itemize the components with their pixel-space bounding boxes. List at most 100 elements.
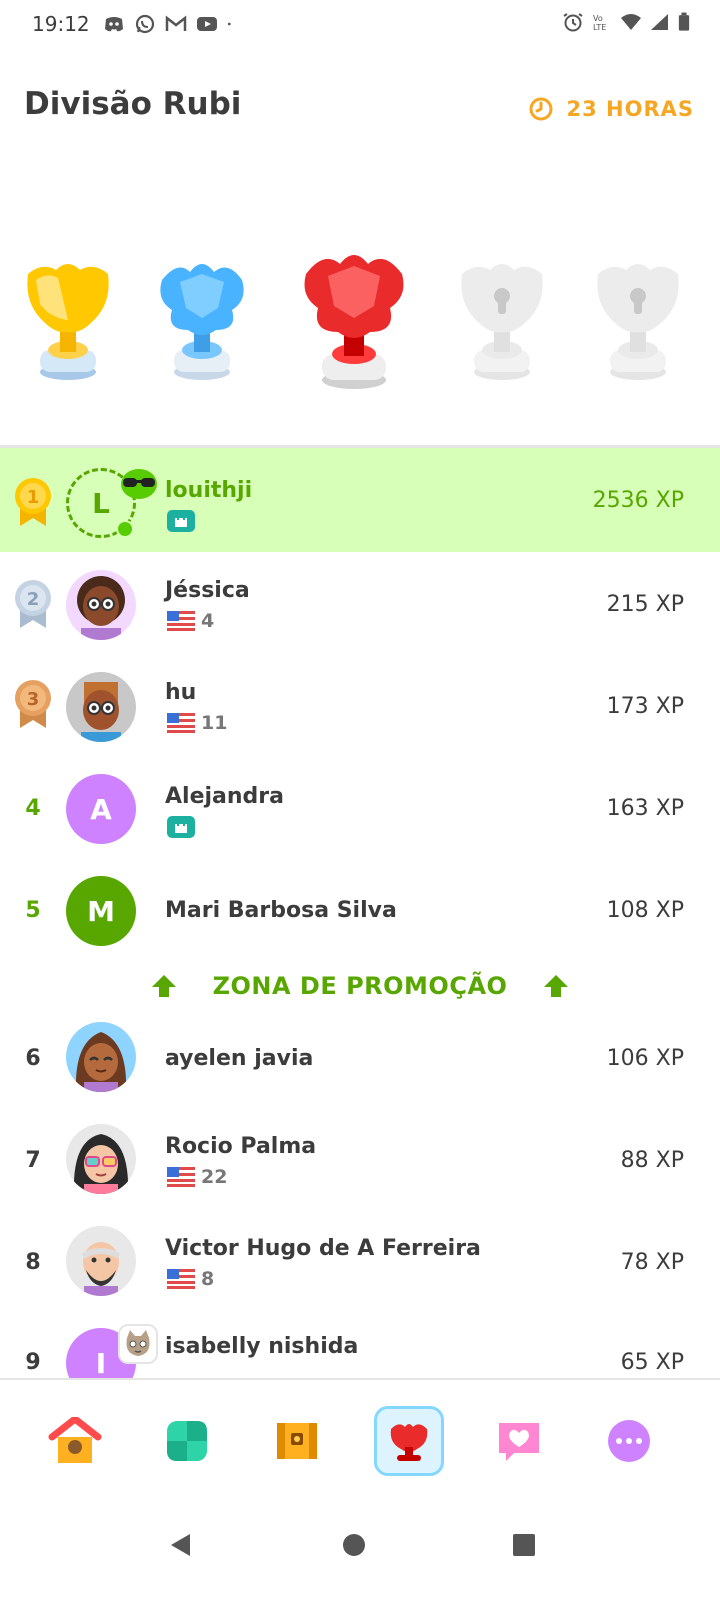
more-icon	[608, 1420, 650, 1462]
system-icons: Vo LTE	[562, 12, 690, 32]
user-avatar-illustration-icon	[73, 1134, 129, 1194]
avatar[interactable]	[66, 1124, 136, 1194]
bottom-navigation	[0, 1378, 720, 1496]
locked-trophy-icon[interactable]	[592, 260, 684, 382]
sub-info: 11	[167, 712, 227, 734]
leaderboard-row[interactable]: 7 Rocio Palma 22 88 XP	[0, 1112, 720, 1216]
avatar[interactable]: A	[66, 774, 136, 844]
leaderboard-row[interactable]: 8 Victor Hugo de A Ferreira 8 78 XP	[0, 1216, 720, 1320]
user-name: isabelly nishida	[165, 1334, 359, 1359]
avatar[interactable]	[66, 570, 136, 640]
status-time: 19:12	[32, 12, 90, 36]
league-timer: 23 HORAS	[528, 96, 694, 122]
promotion-zone-label: ZONA DE PROMOÇÃO	[212, 972, 508, 1000]
user-name: hu	[165, 680, 197, 705]
avatar-letter: I	[95, 1346, 107, 1379]
nav-more[interactable]	[594, 1406, 664, 1476]
locked-trophy-icon[interactable]	[456, 260, 548, 382]
volte-icon: VoLTE	[593, 14, 606, 32]
svg-text:LTE: LTE	[593, 23, 606, 32]
user-avatar-illustration-icon	[81, 682, 121, 742]
page-title: Divisão Rubi	[24, 86, 242, 122]
status-bar: 19:12 Vo LTE	[0, 0, 720, 50]
leaderboard[interactable]: 1 L louithji 2536 XP 2 Jéssica 4 215 XP …	[0, 448, 720, 1378]
user-xp: 88 XP	[620, 1148, 684, 1173]
user-xp: 173 XP	[606, 694, 684, 719]
home-circle-icon[interactable]	[342, 1532, 366, 1558]
us-flag-icon	[167, 1167, 195, 1187]
leaderboard-row[interactable]: 6 ayelen javia 106 XP	[0, 1008, 720, 1112]
division-trophies	[0, 240, 720, 400]
user-name: Alejandra	[165, 784, 284, 809]
user-name: Victor Hugo de A Ferreira	[165, 1236, 481, 1261]
rank-number: 5	[25, 898, 41, 923]
avatar[interactable]	[66, 1022, 136, 1092]
gold-trophy-icon[interactable]	[22, 260, 114, 382]
user-xp: 2536 XP	[592, 488, 684, 513]
online-dot-icon	[116, 520, 134, 538]
flag-count: 4	[201, 610, 215, 632]
sub-info: 8	[167, 1268, 214, 1290]
nav-leagues[interactable]	[374, 1406, 444, 1476]
castle-badge-icon	[167, 816, 195, 838]
cat-badge-icon	[118, 1324, 158, 1364]
user-avatar-illustration-icon	[81, 1242, 121, 1296]
leaderboard-row[interactable]: 3 hu 11 173 XP	[0, 656, 720, 760]
avatar[interactable]	[66, 1226, 136, 1296]
bronze-medal-icon: 3	[15, 680, 51, 728]
flag-count: 11	[201, 712, 228, 734]
nav-practice[interactable]	[152, 1406, 222, 1476]
us-flag-icon	[167, 611, 195, 631]
leaderboard-row[interactable]: 9 I isabelly nishida 65 XP	[0, 1320, 720, 1378]
gmail-icon	[165, 15, 187, 31]
avatar[interactable]: M	[66, 876, 136, 946]
leaderboard-row[interactable]: 2 Jéssica 4 215 XP	[0, 552, 720, 656]
svg-text:1: 1	[27, 487, 40, 508]
back-icon[interactable]	[168, 1532, 194, 1558]
silver-medal-icon: 2	[15, 580, 51, 628]
wifi-icon	[621, 14, 641, 30]
nav-home[interactable]	[40, 1406, 110, 1476]
user-xp: 65 XP	[620, 1350, 684, 1375]
arrow-up-icon	[151, 975, 176, 997]
svg-text:2: 2	[27, 589, 40, 610]
user-xp: 108 XP	[606, 898, 684, 923]
sub-info: 22	[167, 1166, 227, 1188]
nav-health[interactable]	[484, 1406, 554, 1476]
user-xp: 78 XP	[620, 1250, 684, 1275]
user-name: ayelen javia	[165, 1046, 314, 1071]
nav-chest[interactable]	[262, 1406, 332, 1476]
sub-info	[167, 816, 195, 838]
castle-badge-icon	[167, 510, 195, 532]
sub-info	[167, 510, 195, 532]
timer-label: 23 HORAS	[566, 97, 694, 121]
leaderboard-row[interactable]: 5 M Mari Barbosa Silva 108 XP	[0, 864, 720, 968]
avatar[interactable]	[66, 672, 136, 742]
sapphire-trophy-icon[interactable]	[156, 260, 248, 382]
notification-icons	[103, 14, 237, 34]
rank-number: 9	[25, 1350, 41, 1375]
ruby-trophy-icon[interactable]	[300, 250, 408, 390]
leaderboard-row[interactable]: 4 A Alejandra 163 XP	[0, 760, 720, 864]
rank-number: 4	[25, 796, 41, 821]
battery-icon	[678, 12, 690, 31]
user-xp: 163 XP	[606, 796, 684, 821]
user-name: Mari Barbosa Silva	[165, 898, 397, 923]
heart-icon	[499, 1423, 539, 1461]
youtube-icon	[197, 17, 217, 31]
system-navigation	[0, 1496, 720, 1600]
user-name: louithji	[165, 478, 253, 503]
discord-icon	[105, 17, 123, 32]
flag-count: 8	[201, 1268, 215, 1290]
arrow-up-icon	[544, 975, 569, 997]
gold-medal-icon: 1	[15, 478, 51, 526]
recents-icon[interactable]	[512, 1532, 536, 1558]
rank-number: 6	[25, 1046, 41, 1071]
league-icon	[390, 1424, 428, 1461]
alarm-icon	[563, 13, 583, 32]
svg-text:Vo: Vo	[593, 14, 603, 23]
leaderboard-row-current-user[interactable]: 1 L louithji 2536 XP	[0, 448, 720, 552]
user-name: Jéssica	[165, 578, 250, 603]
dot-icon	[227, 22, 231, 26]
us-flag-icon	[167, 1269, 195, 1289]
